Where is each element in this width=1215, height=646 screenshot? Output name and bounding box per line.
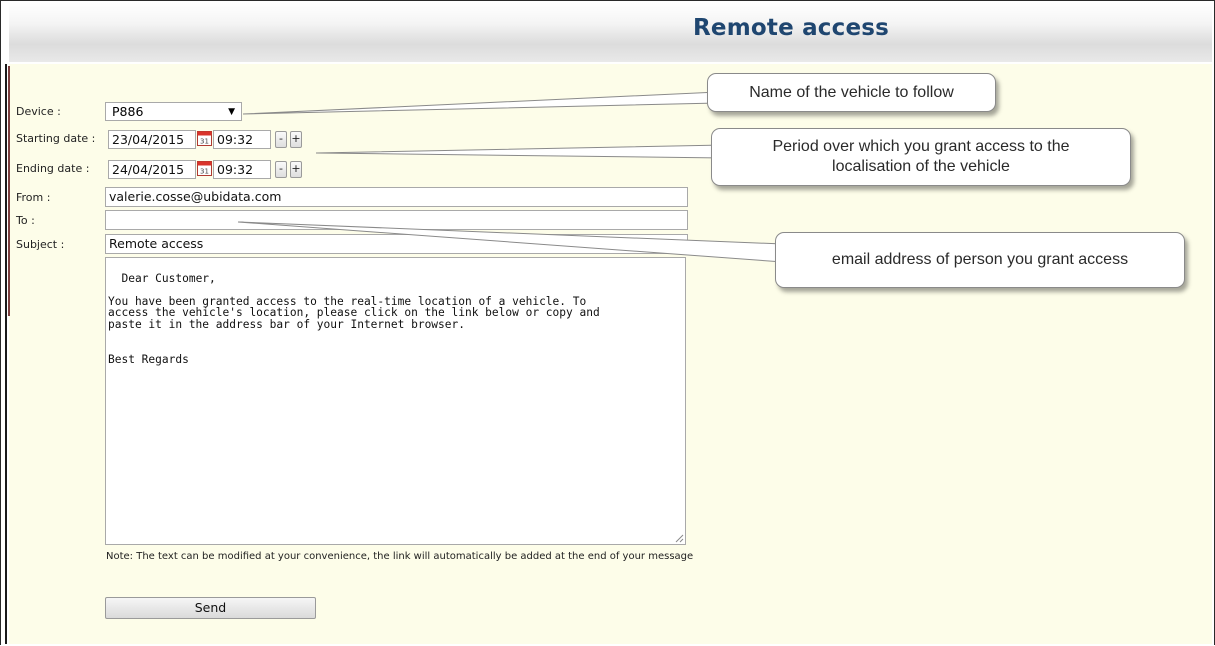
calendar-icon[interactable]: 31 [197, 161, 212, 176]
starting-time-increment-button[interactable]: + [290, 131, 302, 148]
device-select[interactable]: P886 ▼ [105, 102, 242, 121]
calendar-icon[interactable]: 31 [197, 131, 212, 146]
to-label: To : [16, 214, 35, 227]
ending-date-label: Ending date : [16, 162, 90, 175]
starting-time-decrement-button[interactable]: - [275, 131, 287, 148]
left-border [5, 64, 7, 644]
ending-time-input[interactable]: 09:32 [213, 160, 271, 179]
dropdown-arrow-icon: ▼ [228, 107, 235, 117]
svg-text:31: 31 [200, 138, 209, 146]
message-textarea[interactable]: Dear Customer, You have been granted acc… [105, 257, 686, 545]
svg-text:31: 31 [200, 168, 209, 176]
period-callout-text: Period over which you grant access to th… [772, 138, 1070, 175]
send-button[interactable]: Send [105, 597, 316, 619]
starting-time-input[interactable]: 09:32 [213, 130, 271, 149]
ending-date-input[interactable]: 24/04/2015 [108, 160, 196, 179]
to-input[interactable] [105, 210, 688, 230]
message-text: Dear Customer, You have been granted acc… [108, 271, 600, 366]
note-text: Note: The text can be modified at your c… [106, 551, 694, 562]
starting-date-label: Starting date : [16, 132, 96, 145]
page-title: Remote access [693, 15, 890, 41]
title-bar: Remote access [9, 3, 1212, 62]
ending-time-increment-button[interactable]: + [290, 161, 302, 178]
device-select-value: P886 [112, 104, 144, 119]
email-callout: email address of person you grant access [775, 232, 1185, 288]
resize-grip-icon[interactable] [675, 534, 684, 543]
subject-input[interactable]: Remote access [105, 234, 688, 254]
subject-label: Subject : [16, 238, 65, 251]
left-accent [8, 66, 10, 316]
starting-date-input[interactable]: 23/04/2015 [108, 130, 196, 149]
ending-time-decrement-button[interactable]: - [275, 161, 287, 178]
device-callout-text: Name of the vehicle to follow [749, 84, 954, 101]
email-callout-text: email address of person you grant access [831, 251, 1129, 268]
period-callout: Period over which you grant access to th… [711, 128, 1131, 186]
from-input[interactable]: valerie.cosse@ubidata.com [105, 187, 688, 207]
from-label: From : [16, 191, 51, 204]
device-callout: Name of the vehicle to follow [707, 73, 996, 112]
device-label: Device : [16, 105, 61, 118]
